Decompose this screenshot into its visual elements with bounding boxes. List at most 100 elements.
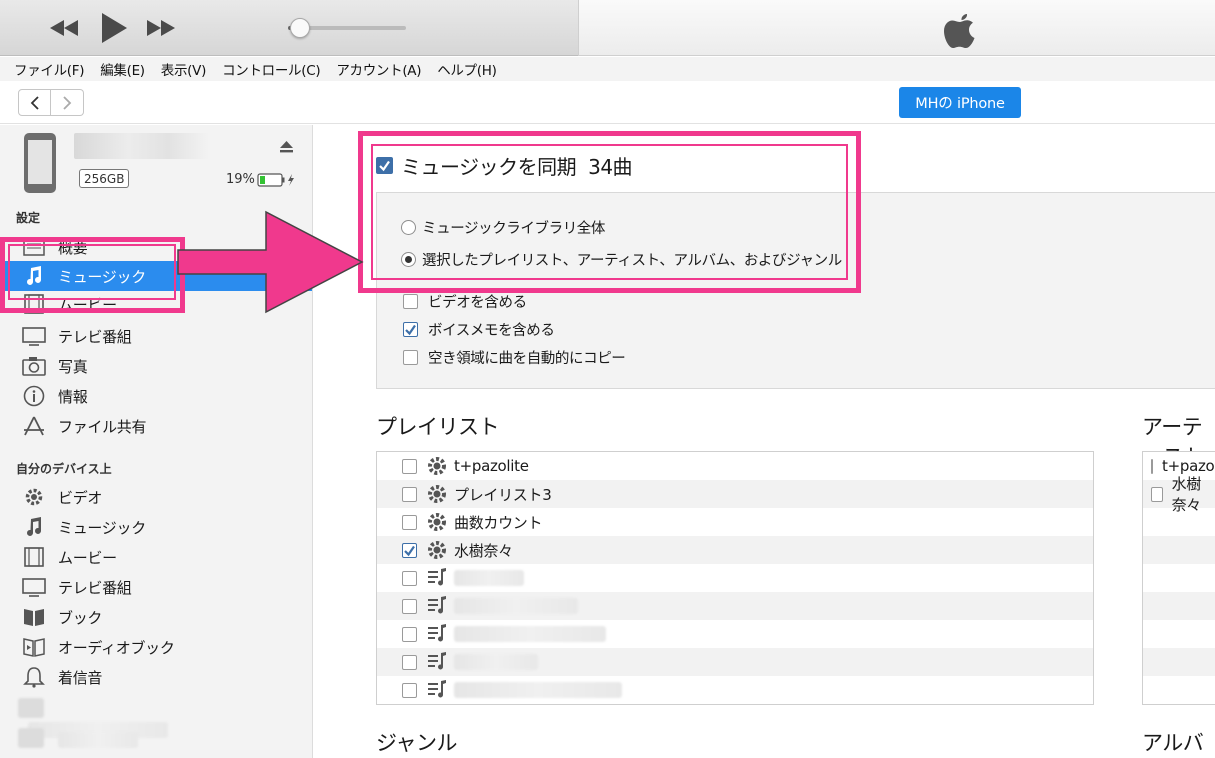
artist-row — [1143, 676, 1215, 704]
eject-icon[interactable] — [279, 139, 294, 154]
playlist-row[interactable]: プレイリスト3 — [377, 480, 1093, 508]
redacted-playlist-name — [454, 570, 524, 586]
playlist-row[interactable] — [377, 592, 1093, 620]
sidebar-item-label: ムービー — [58, 548, 117, 567]
playlist-checkbox[interactable] — [402, 486, 417, 502]
redacted-label — [58, 732, 139, 748]
volume-knob[interactable] — [290, 18, 310, 38]
artist-row — [1143, 508, 1215, 536]
playlist-checkbox[interactable] — [402, 542, 417, 558]
playlist-checkbox[interactable] — [402, 598, 417, 614]
include-video-option[interactable]: ビデオを含める — [403, 291, 527, 312]
playlist-icon-redacted — [18, 728, 44, 748]
menu-file[interactable]: ファイル(F) — [6, 59, 92, 79]
option-label: 空き領域に曲を自動的にコピー — [428, 351, 626, 367]
sidebar-item-label: テレビ番組 — [58, 327, 132, 346]
option-label: ボイスメモを含める — [428, 323, 555, 339]
sidebar-item-device-movies[interactable]: ムービー — [0, 542, 312, 572]
checkmark-icon — [404, 545, 415, 556]
playlist-icon — [428, 680, 446, 698]
redacted-playlist-name — [454, 626, 606, 642]
menu-view[interactable]: 表示(V) — [153, 59, 214, 79]
include-voice-memos-option[interactable]: ボイスメモを含める — [403, 319, 555, 340]
app-store-icon — [24, 416, 44, 436]
include-video-checkbox[interactable] — [403, 294, 418, 309]
sidebar-item-label: 写真 — [58, 357, 88, 376]
sidebar-item-file-sharing[interactable]: ファイル共有 — [0, 411, 312, 441]
sidebar-item-device-ringtones[interactable]: 着信音 — [0, 662, 312, 692]
menu-controls[interactable]: コントロール(C) — [214, 59, 328, 79]
artist-row — [1143, 564, 1215, 592]
artist-row[interactable]: 水樹奈々 — [1143, 475, 1215, 514]
sidebar-item-label: 情報 — [58, 387, 88, 406]
playlist-row[interactable] — [377, 648, 1093, 676]
iphone-icon — [24, 133, 56, 193]
playlist-name: 曲数カウント — [454, 513, 543, 532]
gear-icon — [25, 488, 43, 506]
playlist-checkbox[interactable] — [402, 514, 417, 530]
annotation-arrow-icon — [177, 210, 364, 314]
artist-checkbox[interactable] — [1151, 486, 1163, 502]
highlight-box-sidebar-inner — [8, 244, 176, 300]
playlist-name: t+pazolite — [454, 457, 529, 475]
menu-account[interactable]: アカウント(A) — [328, 59, 429, 79]
chevron-right-icon — [63, 95, 72, 110]
playlist-name: 水樹奈々 — [454, 541, 513, 560]
playlist-icon — [428, 596, 446, 614]
playlist-row[interactable] — [377, 676, 1093, 704]
playlist-row[interactable]: t+pazolite — [377, 452, 1093, 480]
autofill-checkbox[interactable] — [403, 350, 418, 365]
forward-button[interactable] — [51, 89, 84, 116]
playlist-icon — [428, 652, 446, 670]
tv-icon — [22, 578, 46, 597]
sidebar-item-redacted[interactable] — [18, 698, 198, 738]
device-button[interactable]: MHの iPhone — [899, 87, 1021, 118]
albums-heading: アルバム — [1142, 731, 1204, 755]
sidebar-item-device-books[interactable]: ブック — [0, 602, 312, 632]
redacted-playlist-name — [454, 598, 578, 614]
battery-percent: 19% — [226, 172, 255, 187]
sidebar-item-device-video[interactable]: ビデオ — [0, 482, 312, 512]
redacted-playlist-name — [454, 682, 622, 698]
sidebar-item-label: オーディオブック — [58, 638, 175, 657]
my-device-section-label: 自分のデバイス上 — [16, 462, 112, 476]
playlist-row[interactable]: 曲数カウント — [377, 508, 1093, 536]
playlist-row[interactable] — [377, 564, 1093, 592]
playlist-checkbox[interactable] — [402, 458, 417, 474]
sidebar-item-device-audiobooks[interactable]: オーディオブック — [0, 632, 312, 662]
music-note-icon — [27, 517, 41, 536]
sidebar-item-tv[interactable]: テレビ番組 — [0, 321, 312, 351]
playlist-checkbox[interactable] — [402, 570, 417, 586]
menu-bar: ファイル(F) 編集(E) 表示(V) コントロール(C) アカウント(A) ヘ… — [0, 57, 1215, 81]
playlist-checkbox[interactable] — [402, 654, 417, 670]
play-icon[interactable] — [97, 10, 131, 46]
sidebar-item-device-music[interactable]: ミュージック — [0, 512, 312, 542]
fast-forward-icon[interactable] — [145, 12, 177, 44]
menu-edit[interactable]: 編集(E) — [92, 59, 153, 79]
smart-playlist-gear-icon — [428, 485, 446, 503]
option-label: ビデオを含める — [428, 295, 527, 311]
sidebar-item-device-tv[interactable]: テレビ番組 — [0, 572, 312, 602]
status-display — [578, 0, 1215, 56]
menu-help[interactable]: ヘルプ(H) — [429, 59, 504, 79]
playlist-row[interactable]: 水樹奈々 — [377, 536, 1093, 564]
artist-row — [1143, 620, 1215, 648]
include-voice-memos-checkbox[interactable] — [403, 322, 418, 337]
artist-checkbox[interactable] — [1151, 458, 1153, 474]
playlist-checkbox[interactable] — [402, 626, 417, 642]
rewind-icon[interactable] — [48, 12, 80, 44]
playlist-checkbox[interactable] — [402, 682, 417, 698]
smart-playlist-gear-icon — [428, 541, 446, 559]
sidebar-item-redacted[interactable] — [18, 728, 158, 750]
autofill-option[interactable]: 空き領域に曲を自動的にコピー — [403, 347, 626, 368]
apple-logo-icon — [944, 14, 975, 48]
player-bar — [0, 0, 1215, 56]
sidebar-item-photos[interactable]: 写真 — [0, 351, 312, 381]
artist-row — [1143, 592, 1215, 620]
back-button[interactable] — [18, 89, 51, 116]
sidebar-item-info[interactable]: 情報 — [0, 381, 312, 411]
volume-slider[interactable] — [288, 18, 406, 38]
playlist-row[interactable] — [377, 620, 1093, 648]
tv-icon — [22, 327, 46, 346]
device-name-redacted — [74, 133, 209, 159]
